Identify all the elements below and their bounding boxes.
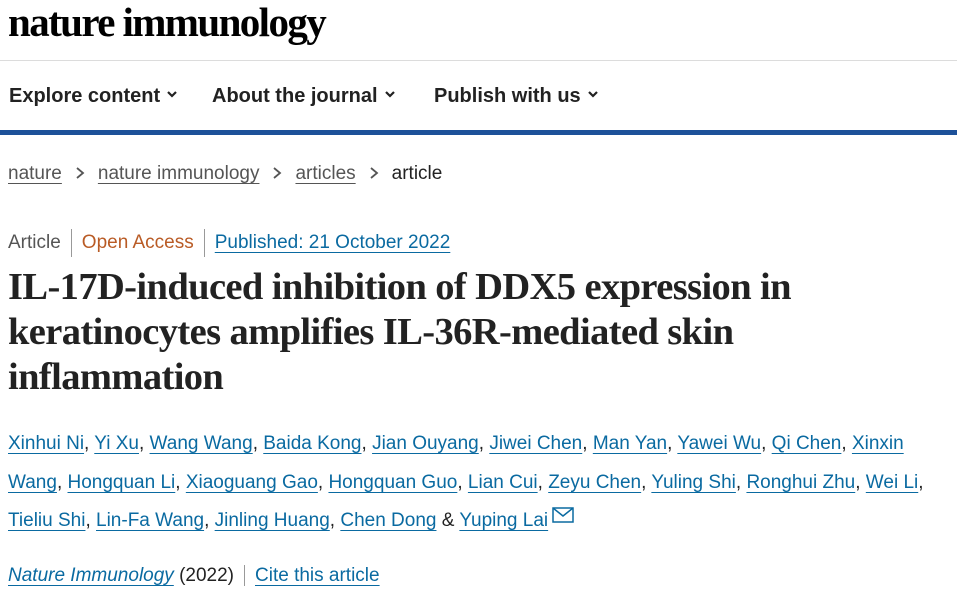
author-link[interactable]: Qi Chen xyxy=(772,433,842,454)
author-separator: , xyxy=(56,471,63,493)
author-separator: , xyxy=(918,471,924,493)
author-separator: , xyxy=(841,433,847,454)
author-separator: , xyxy=(667,433,673,454)
author-link[interactable]: Zeyu Chen xyxy=(548,472,641,493)
author-separator: , xyxy=(478,433,485,454)
author-separator: , xyxy=(855,471,861,493)
nav-explore-content[interactable]: Explore content xyxy=(9,83,178,109)
author-link[interactable]: Yi Xu xyxy=(94,433,139,454)
breadcrumb-link-nature-immunology[interactable]: nature immunology xyxy=(98,163,260,184)
author-link[interactable]: Jinling Huang xyxy=(215,510,330,531)
chevron-down-icon xyxy=(384,91,395,98)
author-separator: , xyxy=(175,471,181,493)
nav-item-label: Explore content xyxy=(9,85,161,107)
published-date-link[interactable]: Published: 21 October 2022 xyxy=(205,229,451,257)
main-nav: Explore content About the journal Publis… xyxy=(0,61,957,135)
breadcrumb-link-articles[interactable]: articles xyxy=(295,163,355,184)
journal-info: Nature Immunology (2022) Cite this articl… xyxy=(8,562,380,590)
chevron-right-icon xyxy=(370,167,379,179)
journal-logo[interactable]: nature immunology xyxy=(8,0,327,44)
author-separator: , xyxy=(138,433,145,454)
corresponding-author-link[interactable]: Yuping Lai xyxy=(459,510,548,531)
article-type: Article xyxy=(8,229,72,257)
site-header: nature immunology xyxy=(0,0,957,61)
breadcrumb: nature nature immunology articles article xyxy=(8,160,442,188)
chevron-right-icon xyxy=(273,167,282,179)
journal-name-link[interactable]: Nature Immunology xyxy=(8,565,174,586)
author-separator: , xyxy=(537,471,543,493)
nav-publish-with-us[interactable]: Publish with us xyxy=(434,83,599,109)
breadcrumb-current: article xyxy=(391,163,443,184)
publication-year: (2022) xyxy=(179,565,245,586)
author-link[interactable]: Yawei Wu xyxy=(677,433,761,454)
envelope-icon[interactable] xyxy=(552,507,574,523)
author-separator: , xyxy=(329,510,336,531)
author-link[interactable]: Chen Dong xyxy=(340,510,436,531)
author-separator: , xyxy=(84,433,90,454)
nav-about-journal[interactable]: About the journal xyxy=(212,83,396,109)
author-link[interactable]: Wei Li xyxy=(866,472,918,493)
author-list: Xinhui Ni, Yi Xu, Wang Wang, Baida Kong,… xyxy=(8,425,953,541)
author-link[interactable]: Yuling Shi xyxy=(651,472,736,493)
article-title: IL-17D-induced inhibition of DDX5 expres… xyxy=(8,266,792,398)
open-access-badge: Open Access xyxy=(72,229,205,257)
author-link[interactable]: Ronghui Zhu xyxy=(746,472,855,493)
author-link[interactable]: Jian Ouyang xyxy=(372,433,479,454)
author-link[interactable]: Jiwei Chen xyxy=(489,433,582,454)
chevron-down-icon xyxy=(587,91,598,98)
author-conjunction: & xyxy=(441,510,455,531)
author-link[interactable]: Lian Cui xyxy=(468,472,538,493)
cite-article-link[interactable]: Cite this article xyxy=(245,565,380,586)
author-link[interactable]: Hongquan Guo xyxy=(328,472,457,493)
author-separator: , xyxy=(457,471,463,493)
nav-item-label: Publish with us xyxy=(434,85,581,107)
author-separator: , xyxy=(735,471,742,493)
author-link[interactable]: Xiaoguang Gao xyxy=(186,472,318,493)
author-link[interactable]: Baida Kong xyxy=(263,433,361,454)
chevron-down-icon xyxy=(167,91,177,98)
author-link[interactable]: Hongquan Li xyxy=(68,472,176,493)
article-meta: Article Open Access Published: 21 October … xyxy=(8,229,450,257)
author-link[interactable]: Lin-Fa Wang xyxy=(96,510,204,531)
author-separator: , xyxy=(317,471,324,493)
author-separator: , xyxy=(582,433,588,454)
author-link[interactable]: Xinhui Ni xyxy=(8,433,84,454)
chevron-right-icon xyxy=(76,167,85,179)
breadcrumb-link-nature[interactable]: nature xyxy=(8,163,62,184)
author-separator: , xyxy=(361,433,367,454)
author-separator: , xyxy=(252,433,258,454)
author-separator: , xyxy=(761,433,767,454)
author-link[interactable]: Man Yan xyxy=(593,433,667,454)
author-link[interactable]: Tieliu Shi xyxy=(8,510,85,531)
author-link[interactable]: Wang Wang xyxy=(150,433,253,454)
author-separator: , xyxy=(204,510,210,531)
author-separator: , xyxy=(641,471,647,493)
nav-item-label: About the journal xyxy=(212,85,378,107)
author-separator: , xyxy=(85,510,91,531)
